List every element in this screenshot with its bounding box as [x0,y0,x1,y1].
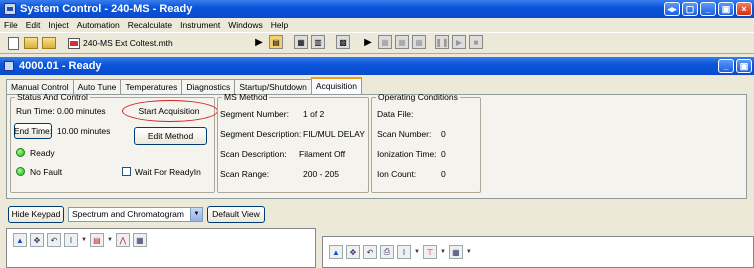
maximize-icon[interactable]: ▣ [718,2,734,16]
default-view-button[interactable]: Default View [206,205,265,223]
ionization-time-value: 0 [441,149,446,159]
minimize-icon[interactable]: _ [718,59,734,73]
acquisition-panel: Status And Control Run Time: 0.00 minute… [6,92,747,199]
seq-icon[interactable]: ▦ [412,35,426,49]
scan-description-value: Filament Off [299,149,346,159]
acquisition-toolbar: ▶ ▤ ▦ ▥ ▩ ▶ ▦ ▦ ▦ ❚❚ ▶ ■ [252,35,486,49]
ion-count-value: 0 [441,169,446,179]
view-bar: Hide Keypad Spectrum and Chromatogram ▼ … [6,203,747,225]
highlight-circle [122,100,218,122]
move-icon[interactable]: ✥ [346,245,360,259]
table-icon[interactable]: ▦ [448,245,463,259]
close-icon[interactable]: × [736,2,752,16]
run-time-value: 0.00 minutes [57,106,106,116]
menu-help[interactable]: Help [271,20,288,30]
ionization-time-label: Ionization Time: [377,149,437,159]
new-icon[interactable] [6,35,22,51]
app-title-bar: System Control - 240-MS - Ready ◂▸ ▢ _ ▣… [0,0,754,18]
ready-label: Ready [30,148,55,158]
menu-recalculate[interactable]: Recalculate [128,20,172,30]
smp-icon[interactable]: ▦ [395,35,409,49]
play-icon[interactable]: ▶ [252,35,266,49]
print-icon[interactable]: ⎙ [380,245,394,259]
scan-number-value: 0 [441,129,446,139]
ready-led-icon [16,148,25,157]
segment-description-label: Segment Description: [220,129,302,139]
run-sequence-icon[interactable]: ▶ [361,35,375,49]
minimize-icon[interactable]: _ [700,2,716,16]
instrument-window-controls: _ ▣ [718,59,752,73]
menu-automation[interactable]: Automation [77,20,120,30]
scan-range-value: 200 - 205 [303,169,339,179]
method-file-icon [68,37,80,49]
wait-for-readyin-checkbox[interactable] [122,167,131,176]
data-file-label: Data File: [377,109,414,119]
undo-icon[interactable]: ↶ [47,233,61,247]
instrument-icon [4,61,14,71]
edit-method-button[interactable]: Edit Method [134,127,207,145]
move-icon[interactable]: ✥ [30,233,44,247]
chromatogram-icon[interactable]: ▦ [294,35,308,49]
scan-range-label: Scan Range: [220,169,270,179]
spectrum-icon[interactable]: ▥ [311,35,325,49]
segment-number-label: Segment Number: [220,109,289,119]
menu-file[interactable]: File [4,20,18,30]
scan-number-label: Scan Number: [377,129,432,139]
open-method-icon[interactable]: ▤ [269,35,283,49]
chromatogram-pane-toolbar: ▲ ✥ ↶ ⎙ I ▼ ⊤ ▼ ▦ ▼ [329,245,472,259]
stop-icon[interactable]: ■ [469,35,483,49]
help-icon[interactable]: ◂▸ [664,2,680,16]
status-group-title: Status And Control [17,92,88,102]
maximize-icon[interactable]: ▣ [736,59,752,73]
chevron-down-icon: ▼ [189,207,202,221]
cursor-icon[interactable]: I [397,245,411,259]
open-folder-icon[interactable] [24,35,40,51]
scan-description-label: Scan Description: [220,149,287,159]
view-select[interactable]: Spectrum and Chromatogram ▼ [68,206,203,222]
fault-led-icon [16,167,25,176]
end-time-button[interactable]: End Time: [14,123,52,139]
ion-count-label: Ion Count: [377,169,417,179]
window-controls: ◂▸ ▢ _ ▣ × [664,2,752,16]
rcl-icon[interactable]: ▦ [378,35,392,49]
resume-icon[interactable]: ▶ [452,35,466,49]
view-select-value: Spectrum and Chromatogram [72,209,184,219]
instrument-window-title-bar: 4000.01 - Ready _ ▣ [0,57,754,75]
instrument-title: 4000.01 - Ready [19,60,102,72]
table-icon[interactable]: ▦ [132,233,147,247]
spectrum-pane-toolbar: ▲ ✥ ↶ I ▼ ▤ ▼ ⋀ ▦ [13,233,147,247]
scroll-up-icon[interactable]: ▲ [13,233,27,247]
cursor-icon[interactable]: I [64,233,78,247]
menu-inject[interactable]: Inject [48,20,68,30]
peak-icon[interactable]: ⋀ [115,233,130,247]
pause-icon[interactable]: ❚❚ [435,35,449,49]
run-time-label: Run Time: [16,106,55,116]
undo-icon[interactable]: ↶ [363,245,377,259]
no-fault-label: No Fault [30,167,63,177]
restore-icon[interactable]: ▢ [682,2,698,16]
chart-options-icon[interactable]: ▤ [89,233,104,247]
range-icon[interactable]: ⊤ [422,245,437,259]
method-file-label: 240-MS Ext Coltest.mth [83,38,173,48]
menu-bar: File Edit Inject Automation Recalculate … [0,18,754,32]
menu-windows[interactable]: Windows [228,20,262,30]
wait-for-readyin-label: Wait For ReadyIn [135,167,201,177]
hide-keypad-button[interactable]: Hide Keypad [8,205,64,223]
app-icon [4,3,16,15]
spectrum-pane: ▲ ✥ ↶ I ▼ ▤ ▼ ⋀ ▦ [6,228,316,268]
method-file-button[interactable]: 240-MS Ext Coltest.mth [68,37,173,49]
end-time-value: 10.00 minutes [57,126,111,136]
save-folder-icon[interactable] [42,35,58,51]
report-icon[interactable]: ▩ [336,35,350,49]
app-title: System Control - 240-MS - Ready [20,3,193,15]
segment-description-value: FIL/MUL DELAY [303,129,365,139]
menu-edit[interactable]: Edit [26,20,41,30]
segment-number-value: 1 of 2 [303,109,325,119]
ms-method-title: MS Method [224,92,268,102]
chromatogram-pane: ▲ ✥ ↶ ⎙ I ▼ ⊤ ▼ ▦ ▼ [322,236,754,268]
menu-instrument[interactable]: Instrument [180,20,220,30]
operating-title: Operating Conditions [378,92,458,102]
scroll-up-icon[interactable]: ▲ [329,245,343,259]
